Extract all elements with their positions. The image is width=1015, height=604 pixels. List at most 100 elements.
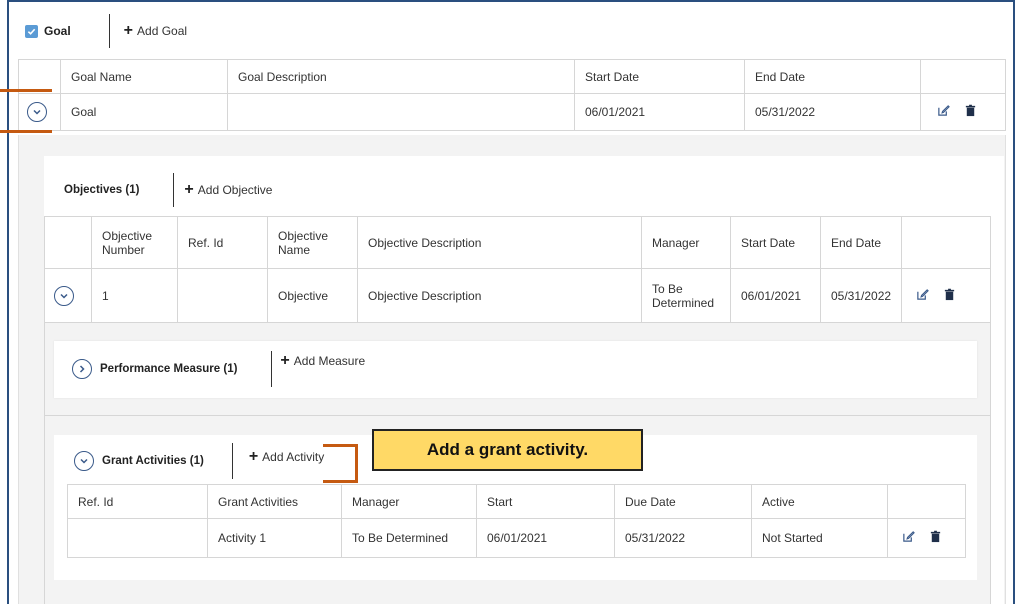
add-activity-button[interactable]: + Add Activity <box>249 449 324 465</box>
activity-actions-cell <box>887 518 966 558</box>
goal-actions-cell <box>920 93 1006 131</box>
col-objective-number: Objective Number <box>91 216 178 269</box>
col-due-date: Due Date <box>614 484 752 519</box>
col-goal-name: Goal Name <box>60 59 228 94</box>
expand-cell <box>44 268 92 323</box>
objective-number-cell: 1 <box>91 268 178 323</box>
objectives-table-header: Objective Number Ref. Id Objective Name … <box>44 216 991 269</box>
divider <box>231 443 233 479</box>
expand-measure-button[interactable] <box>72 359 92 379</box>
col-end-date: End Date <box>819 216 903 269</box>
callout-tooltip: Add a grant activity. <box>372 429 643 471</box>
objective-actions-cell <box>901 268 991 323</box>
col-goal-description: Goal Description <box>227 59 575 94</box>
plus-icon: + <box>280 352 290 369</box>
col-objective-description: Objective Description <box>357 216 642 269</box>
plus-icon: + <box>184 181 194 198</box>
actions-col-header <box>887 484 966 519</box>
grant-activities-header: Ref. Id Grant Activities Manager Start D… <box>67 484 966 519</box>
objectives-toolbar: Objectives (1) + Add Objective <box>64 172 272 208</box>
objective-description-cell: Objective Description <box>357 268 642 323</box>
actions-col-header <box>920 59 1006 94</box>
performance-measure-card: Performance Measure (1) + Add Measure <box>54 341 977 398</box>
activity-active-cell: Not Started <box>751 518 888 558</box>
chevron-down-icon <box>33 109 41 115</box>
check-icon <box>27 28 36 35</box>
chevron-right-icon <box>79 365 85 373</box>
grant-activities-title: Grant Activities (1) <box>102 455 204 467</box>
objective-ref-cell <box>177 268 268 323</box>
trash-icon[interactable] <box>943 288 956 301</box>
col-start: Start <box>476 484 615 519</box>
collapse-goal-button[interactable] <box>27 102 47 122</box>
performance-measure-title: Performance Measure (1) <box>100 363 238 375</box>
add-goal-button[interactable]: + Add Goal <box>124 23 187 39</box>
col-active: Active <box>751 484 888 519</box>
collapse-objective-button[interactable] <box>54 285 74 306</box>
objectives-card: Objectives (1) + Add Objective Objective… <box>44 156 1004 604</box>
col-manager: Manager <box>641 216 731 269</box>
col-start-date: Start Date <box>730 216 821 269</box>
objectives-title: Objectives (1) <box>64 184 140 196</box>
activity-ref-cell <box>67 518 208 558</box>
activity-manager-cell: To Be Determined <box>341 518 477 558</box>
objectives-table: Objective Number Ref. Id Objective Name … <box>44 216 991 323</box>
goal-label: Goal <box>44 24 71 38</box>
goal-table: Goal Name Goal Description Start Date En… <box>18 59 1006 131</box>
expand-col-header <box>44 216 92 269</box>
divider <box>108 14 110 48</box>
col-end-date: End Date <box>744 59 921 94</box>
collapse-activities-button[interactable] <box>74 451 94 471</box>
add-objective-label: Add Objective <box>197 183 273 197</box>
add-activity-label: Add Activity <box>262 450 325 464</box>
chevron-down-icon <box>80 458 88 464</box>
col-objective-name: Objective Name <box>267 216 358 269</box>
callout-bracket <box>323 444 358 483</box>
goal-start-cell: 06/01/2021 <box>574 93 745 131</box>
goal-description-cell <box>227 93 575 131</box>
grant-activities-toolbar: Grant Activities (1) + Add Activity <box>74 443 324 479</box>
section-divider <box>45 415 990 416</box>
plus-icon: + <box>123 22 134 39</box>
add-measure-label: Add Measure <box>293 354 366 368</box>
performance-measure-toolbar: Performance Measure (1) + Add Measure <box>72 347 365 391</box>
col-start-date: Start Date <box>574 59 745 94</box>
add-objective-button[interactable]: + Add Objective <box>184 182 272 198</box>
edit-icon[interactable] <box>902 530 915 543</box>
activity-name-cell: Activity 1 <box>207 518 342 558</box>
objective-start-cell: 06/01/2021 <box>730 268 821 323</box>
table-row: Goal 06/01/2021 05/31/2022 <box>18 93 1006 131</box>
divider <box>271 351 273 387</box>
objective-manager-cell: To Be Determined <box>641 268 731 323</box>
callout-marker-bottom <box>0 130 52 133</box>
col-ref-id: Ref. Id <box>177 216 268 269</box>
goal-table-header: Goal Name Goal Description Start Date En… <box>18 59 1006 94</box>
edit-icon[interactable] <box>916 288 929 301</box>
divider <box>173 173 175 207</box>
objective-end-cell: 05/31/2022 <box>819 268 903 323</box>
trash-icon[interactable] <box>929 530 942 543</box>
goal-toolbar: Goal + Add Goal <box>25 14 187 48</box>
trash-icon[interactable] <box>964 104 977 117</box>
add-measure-button[interactable]: + Add Measure <box>280 353 365 369</box>
callout-marker-top <box>0 89 52 92</box>
chevron-down-icon <box>60 293 68 299</box>
goal-end-cell: 05/31/2022 <box>744 93 921 131</box>
plus-icon: + <box>248 448 259 465</box>
activity-due-cell: 05/31/2022 <box>614 518 752 558</box>
goal-name-cell: Goal <box>60 93 228 131</box>
goal-checkbox[interactable] <box>25 24 38 38</box>
goal-detail-panel: Objectives (1) + Add Objective Objective… <box>18 135 1006 604</box>
objective-name-cell: Objective <box>267 268 358 323</box>
activity-start-cell: 06/01/2021 <box>476 518 615 558</box>
actions-col-header <box>901 216 991 269</box>
add-goal-label: Add Goal <box>137 24 188 38</box>
table-row: Activity 1 To Be Determined 06/01/2021 0… <box>67 518 966 558</box>
table-row: 1 Objective Objective Description To Be … <box>44 268 991 323</box>
col-ref-id: Ref. Id <box>67 484 208 519</box>
col-manager: Manager <box>341 484 477 519</box>
grant-activities-table: Ref. Id Grant Activities Manager Start D… <box>67 484 966 558</box>
expand-cell <box>18 93 61 131</box>
edit-icon[interactable] <box>937 104 950 117</box>
col-grant-activities: Grant Activities <box>207 484 342 519</box>
